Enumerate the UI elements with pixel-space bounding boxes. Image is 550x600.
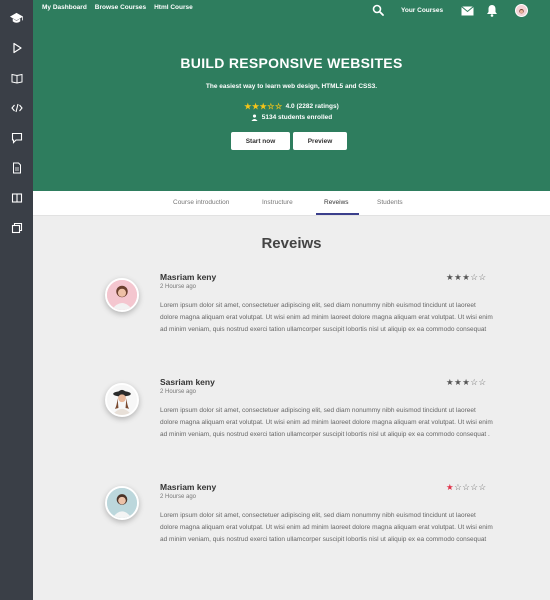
play-icon[interactable] <box>0 37 33 59</box>
review-stars-icon: ★☆☆☆☆ <box>446 482 487 492</box>
nav-browse-courses[interactable]: Browse Courses <box>95 4 146 11</box>
nav-my-dashboard[interactable]: My Dashboard <box>42 4 87 11</box>
avatar <box>105 278 139 312</box>
reviewer-name: Sasriam keny <box>160 377 215 387</box>
bell-icon[interactable] <box>486 4 498 17</box>
tab-instructure[interactable]: Instructure <box>262 199 293 206</box>
rating-stars-icon: ★★★☆☆ <box>244 102 283 111</box>
user-avatar[interactable] <box>515 4 528 17</box>
tab-course-introduction[interactable]: Course introduction <box>173 199 229 206</box>
tab-reviews[interactable]: Reveiws <box>324 199 349 206</box>
course-subtitle: The easiest way to learn web design, HTM… <box>205 83 378 90</box>
book-open-icon[interactable] <box>0 67 33 89</box>
your-courses-link[interactable]: Your Courses <box>401 7 443 14</box>
review-stars-icon: ★★★☆☆ <box>446 377 487 387</box>
sidebar <box>0 0 33 600</box>
students-text: 5134 students enrolled <box>261 114 333 121</box>
review-time: 2 Hourse ago <box>160 389 197 395</box>
course-rating: ★★★☆☆ 4.0 (2282 ratings) <box>33 102 550 111</box>
review-text: Lorem ipsum dolor sit amet, consectetuer… <box>160 512 493 543</box>
document-icon[interactable] <box>0 157 33 179</box>
review-text: Lorem ipsum dolor sit amet, consectetuer… <box>160 407 493 438</box>
reviews-heading: Reveiws <box>261 235 322 252</box>
avatar <box>105 383 139 417</box>
reviewer-name: Masriam keny <box>160 272 217 282</box>
review-text: Lorem ipsum dolor sit amet, consectetuer… <box>160 302 493 333</box>
copy-icon[interactable] <box>0 217 33 239</box>
graduation-cap-icon[interactable] <box>0 7 33 29</box>
code-icon[interactable] <box>0 97 33 119</box>
mail-icon[interactable] <box>461 5 474 17</box>
top-nav: My Dashboard Browse Courses Html Course <box>42 4 193 11</box>
search-icon[interactable] <box>372 4 384 16</box>
start-now-button[interactable]: Start now <box>231 132 290 150</box>
chat-icon[interactable] <box>0 127 33 149</box>
review-item: Masriam keny 2 Hourse ago ★☆☆☆☆ Lorem ip… <box>33 482 550 582</box>
course-title: BUILD RESPONSIVE WEBSITES <box>180 55 403 71</box>
rating-text: 4.0 (2282 ratings) <box>285 103 339 110</box>
reviewer-name: Masriam keny <box>160 482 217 492</box>
user-icon <box>251 114 258 121</box>
tab-students[interactable]: Students <box>377 199 403 206</box>
nav-html-course[interactable]: Html Course <box>154 4 193 11</box>
active-tab-indicator <box>316 213 359 215</box>
review-item: Masriam keny 2 Hourse ago ★★★☆☆ Lorem ip… <box>33 272 550 372</box>
course-tabs: Course introduction Instructure Reveiws … <box>33 191 550 216</box>
review-time: 2 Hourse ago <box>160 494 197 500</box>
course-hero: My Dashboard Browse Courses Html Course … <box>33 0 550 191</box>
preview-button[interactable]: Preview <box>293 132 347 150</box>
columns-icon[interactable] <box>0 187 33 209</box>
avatar <box>105 486 139 520</box>
review-item: Sasriam keny 2 Hourse ago ★★★☆☆ Lorem ip… <box>33 377 550 477</box>
review-stars-icon: ★★★☆☆ <box>446 272 487 282</box>
top-right-bar: Your Courses <box>350 0 550 22</box>
review-time: 2 Hourse ago <box>160 284 197 290</box>
students-enrolled: 5134 students enrolled <box>33 114 550 121</box>
